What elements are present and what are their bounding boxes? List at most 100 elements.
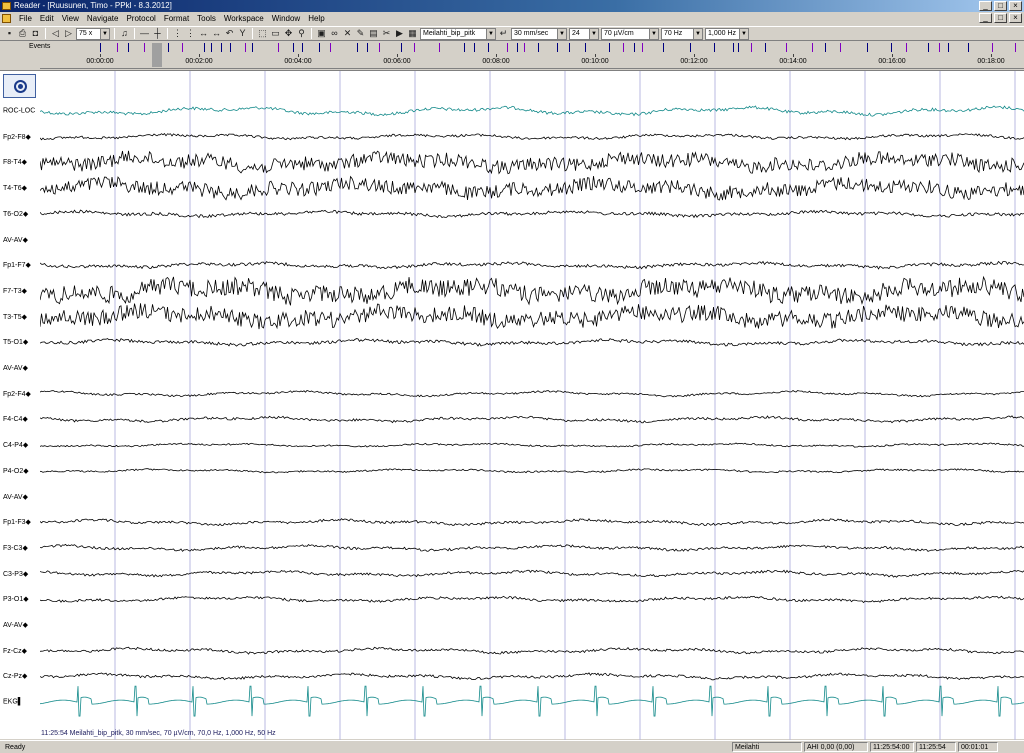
event-marker[interactable] bbox=[733, 43, 734, 52]
channel-label[interactable]: P3-O1◆ bbox=[3, 595, 29, 603]
close-button[interactable]: × bbox=[1009, 1, 1022, 11]
scissors-icon[interactable]: ✂ bbox=[381, 28, 392, 39]
page-forward-icon[interactable]: ▷ bbox=[63, 28, 74, 39]
event-marker[interactable] bbox=[690, 43, 691, 52]
channel-label[interactable]: T5-O1◆ bbox=[3, 338, 28, 346]
print-icon[interactable]: ⎙ bbox=[17, 28, 28, 39]
event-marker[interactable] bbox=[117, 43, 118, 52]
channel-label[interactable]: F4-C4◆ bbox=[3, 415, 28, 423]
event-marker[interactable] bbox=[330, 43, 331, 52]
event-marker[interactable] bbox=[252, 43, 253, 52]
event-marker[interactable] bbox=[992, 43, 993, 52]
event-marker[interactable] bbox=[128, 43, 129, 52]
menu-workspace[interactable]: Workspace bbox=[220, 14, 268, 23]
event-marker[interactable] bbox=[367, 43, 368, 52]
channel-trace[interactable] bbox=[40, 338, 1024, 347]
time-cursor[interactable] bbox=[152, 43, 162, 67]
event-marker[interactable] bbox=[738, 43, 739, 52]
link-icon[interactable]: ∞ bbox=[329, 28, 340, 39]
channel-label[interactable]: AV-AV◆ bbox=[3, 364, 28, 372]
eeg-traces[interactable] bbox=[40, 71, 1024, 740]
event-marker[interactable] bbox=[557, 43, 558, 52]
event-marker[interactable] bbox=[182, 43, 183, 52]
event-marker[interactable] bbox=[812, 43, 813, 52]
sensitivity-select[interactable]: 70 µV/cm ▼ bbox=[601, 27, 659, 40]
time-ruler[interactable]: 00:00:00 00:02:00 00:04:00 00:06:00 00:08:00… bbox=[40, 54, 1024, 69]
channel-label[interactable]: Fp2-F4◆ bbox=[3, 390, 31, 398]
event-marker[interactable] bbox=[245, 43, 246, 52]
cross-tool-icon[interactable]: ┼ bbox=[152, 28, 163, 39]
channel-trace[interactable] bbox=[40, 303, 1024, 330]
video-icon[interactable]: ▶ bbox=[394, 28, 405, 39]
channel-trace[interactable] bbox=[40, 518, 1024, 527]
doc-close-button[interactable]: × bbox=[1009, 13, 1022, 23]
move-icon[interactable]: ✥ bbox=[283, 28, 294, 39]
channel-label[interactable]: T6-O2◆ bbox=[3, 210, 28, 218]
channel-trace[interactable] bbox=[40, 275, 1024, 306]
channel-trace[interactable] bbox=[40, 569, 1024, 578]
event-marker[interactable] bbox=[623, 43, 624, 52]
channel-label[interactable]: F8-T4◆ bbox=[3, 158, 27, 166]
event-marker[interactable] bbox=[379, 43, 380, 52]
lowpass-select[interactable]: 70 Hz ▼ bbox=[661, 27, 703, 40]
event-marker[interactable] bbox=[968, 43, 969, 52]
save-icon[interactable]: ▪ bbox=[4, 28, 15, 39]
event-marker[interactable] bbox=[357, 43, 358, 52]
event-marker[interactable] bbox=[168, 43, 169, 52]
line-tool-icon[interactable]: — bbox=[139, 28, 150, 39]
channel-trace[interactable] bbox=[40, 105, 1024, 117]
rectangle-icon[interactable]: ▭ bbox=[270, 28, 281, 39]
channel-trace[interactable] bbox=[40, 150, 1024, 175]
channel-trace[interactable] bbox=[40, 595, 1024, 604]
event-marker[interactable] bbox=[278, 43, 279, 52]
channel-label[interactable]: C4-P4◆ bbox=[3, 441, 28, 449]
channel-label[interactable]: P4-O2◆ bbox=[3, 467, 29, 475]
ruler-icon[interactable]: ⋮ bbox=[185, 28, 196, 39]
channel-trace[interactable] bbox=[40, 133, 1024, 141]
event-marker[interactable] bbox=[100, 43, 101, 52]
channel-trace[interactable] bbox=[40, 260, 1024, 270]
channel-label[interactable]: AV-AV◆ bbox=[3, 236, 28, 244]
event-marker[interactable] bbox=[293, 43, 294, 52]
event-marker[interactable] bbox=[211, 43, 212, 52]
event-marker[interactable] bbox=[474, 43, 475, 52]
event-marker[interactable] bbox=[928, 43, 929, 52]
music-note-icon[interactable]: ♫ bbox=[119, 28, 130, 39]
event-marker[interactable] bbox=[524, 43, 525, 52]
menu-protocol[interactable]: Protocol bbox=[122, 14, 159, 23]
monitor-icon[interactable]: ▣ bbox=[316, 28, 327, 39]
channel-label[interactable]: Fp1-F7◆ bbox=[3, 261, 31, 269]
arrow-icon[interactable]: ↵ bbox=[498, 28, 509, 39]
event-marker[interactable] bbox=[585, 43, 586, 52]
channel-trace[interactable] bbox=[40, 672, 1024, 681]
channel-trace[interactable] bbox=[40, 468, 1024, 474]
ruler-icon[interactable]: ⋮ bbox=[172, 28, 183, 39]
channel-label[interactable]: Cz-Pz◆ bbox=[3, 672, 27, 680]
magnify-icon[interactable]: ⚲ bbox=[296, 28, 307, 39]
event-marker[interactable] bbox=[840, 43, 841, 52]
event-marker[interactable] bbox=[221, 43, 222, 52]
event-marker[interactable] bbox=[891, 43, 892, 52]
channel-trace[interactable] bbox=[40, 646, 1024, 655]
event-marker[interactable] bbox=[906, 43, 907, 52]
channel-label[interactable]: Fz-Cz◆ bbox=[3, 647, 27, 655]
event-marker[interactable] bbox=[825, 43, 826, 52]
channel-label[interactable]: F3-C3◆ bbox=[3, 544, 28, 552]
montage-button[interactable] bbox=[3, 74, 36, 98]
event-marker[interactable] bbox=[302, 43, 303, 52]
zoom-select[interactable]: 75 x ▼ bbox=[76, 27, 110, 40]
event-marker[interactable] bbox=[230, 43, 231, 52]
event-marker[interactable] bbox=[751, 43, 752, 52]
pin-icon[interactable]: ✎ bbox=[355, 28, 366, 39]
doc-minimize-button[interactable]: _ bbox=[979, 13, 992, 23]
measure-icon[interactable]: ↔ bbox=[211, 28, 222, 39]
event-marker[interactable] bbox=[569, 43, 570, 52]
sampling-select[interactable]: 1,000 Hz ▼ bbox=[705, 27, 749, 40]
channel-trace[interactable] bbox=[40, 543, 1024, 552]
menu-help[interactable]: Help bbox=[304, 14, 328, 23]
menu-view[interactable]: View bbox=[58, 14, 83, 23]
channel-trace[interactable] bbox=[40, 685, 1024, 717]
tools-icon[interactable]: ✕ bbox=[342, 28, 353, 39]
camera-icon[interactable]: ◘ bbox=[30, 28, 41, 39]
channel-label[interactable]: AV-AV◆ bbox=[3, 493, 28, 501]
